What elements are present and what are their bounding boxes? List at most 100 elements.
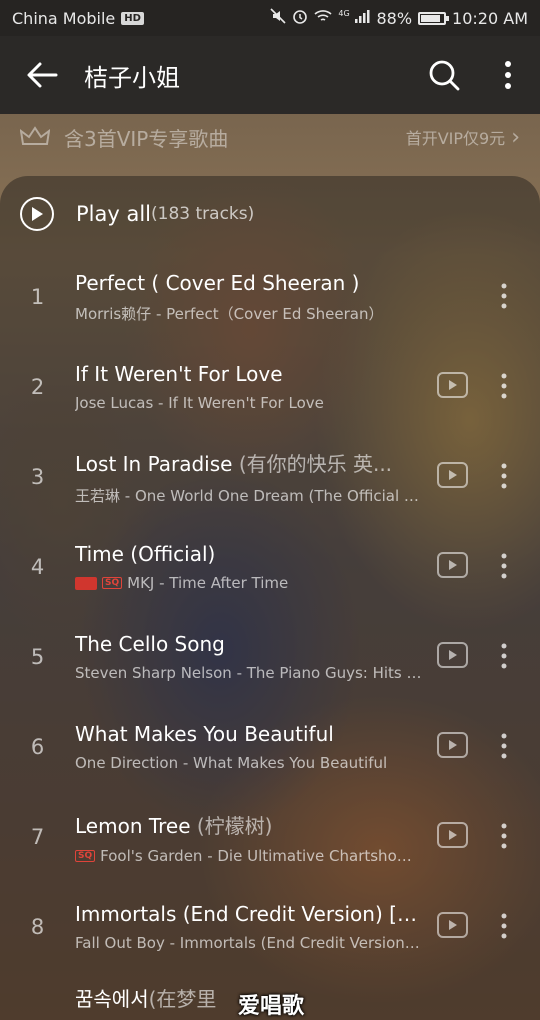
track-row[interactable]: 3 Lost In Paradise (有你的快乐 英... 王若琳 - One… bbox=[0, 432, 540, 522]
track-row[interactable]: 1 Perfect ( Cover Ed Sheeran ) Morris赖仔 … bbox=[0, 252, 540, 342]
mv-play-button[interactable] bbox=[437, 732, 468, 758]
more-vert-icon bbox=[501, 283, 507, 309]
track-subtitle-line: SQ MKJ - Time After Time bbox=[75, 574, 423, 592]
track-count: (183 tracks) bbox=[151, 204, 255, 224]
search-icon bbox=[429, 60, 460, 91]
track-number: 5 bbox=[30, 645, 45, 669]
video-play-icon bbox=[448, 380, 457, 390]
video-play-icon bbox=[448, 650, 457, 660]
track-more-button[interactable] bbox=[492, 276, 516, 316]
video-play-icon bbox=[448, 740, 457, 750]
chevron-right-icon: › bbox=[511, 124, 520, 150]
track-number: 7 bbox=[30, 825, 45, 849]
mv-play-button[interactable] bbox=[437, 462, 468, 488]
more-vert-icon bbox=[501, 913, 507, 939]
track-more-button[interactable] bbox=[492, 456, 516, 496]
track-title-line: Lost In Paradise (有你的快乐 英... bbox=[75, 448, 423, 477]
track-row[interactable]: 4 Time (Official) SQ MKJ - Time After Tim… bbox=[0, 522, 540, 612]
track-row[interactable]: 2 If It Weren't For Love Jose Lucas - If… bbox=[0, 342, 540, 432]
track-title-alt: (在梦里 bbox=[148, 987, 217, 1011]
mv-play-button[interactable] bbox=[437, 552, 468, 578]
track-more-button[interactable] bbox=[492, 906, 516, 946]
vip-offer-link[interactable]: 首开VIP仅9元 bbox=[406, 125, 506, 149]
track-title-alt: (柠檬树) bbox=[196, 813, 273, 838]
watermark: 爱唱歌 bbox=[238, 994, 305, 1019]
track-title-alt: (有你的快乐 英... bbox=[238, 452, 393, 476]
track-title-line: Immortals (End Credit Version) ["... bbox=[75, 902, 423, 926]
battery-icon bbox=[418, 11, 450, 25]
clock: 10:20 AM bbox=[452, 8, 528, 28]
track-title: Perfect ( Cover Ed Sheeran ) bbox=[75, 270, 360, 295]
sq-badge-icon: SQ bbox=[75, 849, 96, 862]
track-subtitle: Fool's Garden - Die Ultimative Chartshow… bbox=[100, 846, 423, 865]
vip-badge-icon bbox=[75, 576, 97, 590]
track-subtitle-line: One Direction - What Makes You Beautiful bbox=[75, 754, 423, 772]
track-subtitle-line: Steven Sharp Nelson - The Piano Guys: Hi… bbox=[75, 664, 423, 682]
video-play-icon bbox=[448, 470, 457, 480]
video-play-icon bbox=[448, 920, 457, 930]
track-row[interactable]: 8 Immortals (End Credit Version) ["... F… bbox=[0, 882, 540, 972]
track-number: 8 bbox=[30, 915, 45, 939]
play-all-button[interactable]: Play all (183 tracks) bbox=[0, 176, 540, 252]
track-title: Time (Official) bbox=[75, 542, 216, 566]
track-subtitle: Jose Lucas - If It Weren't For Love bbox=[75, 394, 324, 412]
play-circle-icon bbox=[20, 197, 54, 231]
track-title: Immortals (End Credit Version) ["... bbox=[75, 902, 423, 926]
track-subtitle-line: 王若琳 - One World One Dream (The Official … bbox=[75, 485, 423, 506]
mv-play-button[interactable] bbox=[437, 372, 468, 398]
track-subtitle: MKJ - Time After Time bbox=[127, 574, 289, 592]
more-vert-icon bbox=[501, 733, 507, 759]
sq-badge-icon: SQ bbox=[102, 577, 123, 589]
track-number: 1 bbox=[30, 285, 45, 309]
more-vert-icon bbox=[501, 463, 507, 489]
mv-play-button[interactable] bbox=[437, 912, 468, 938]
track-list: 1 Perfect ( Cover Ed Sheeran ) Morris赖仔 … bbox=[0, 252, 540, 972]
status-bar: China Mobile HD 4G 88% 10:20 AM bbox=[0, 0, 540, 36]
track-subtitle: Morris赖仔 - Perfect（Cover Ed Sheeran） bbox=[75, 304, 384, 323]
track-title-line: If It Weren't For Love bbox=[75, 362, 423, 386]
page-title: 桔子小姐 bbox=[84, 63, 180, 92]
track-more-button[interactable] bbox=[492, 636, 516, 676]
track-row[interactable]: 6 What Makes You Beautiful One Direction… bbox=[0, 702, 540, 792]
network-type: 4G bbox=[338, 9, 350, 18]
track-subtitle-line: Fall Out Boy - Immortals (End Credit Ver… bbox=[75, 934, 423, 952]
more-options-button[interactable] bbox=[476, 36, 540, 114]
more-vert-icon bbox=[505, 61, 511, 89]
track-subtitle: One Direction - What Makes You Beautiful bbox=[75, 754, 388, 772]
track-row[interactable]: 5 The Cello Song Steven Sharp Nelson - T… bbox=[0, 612, 540, 702]
track-title-line: Lemon Tree (柠檬树) bbox=[75, 810, 423, 839]
mv-play-button[interactable] bbox=[437, 642, 468, 668]
track-title: Lemon Tree bbox=[75, 813, 197, 838]
app-bar: 桔子小姐 bbox=[0, 36, 540, 114]
track-title: If It Weren't For Love bbox=[75, 362, 283, 386]
video-play-icon bbox=[448, 560, 457, 570]
track-more-button[interactable] bbox=[492, 726, 516, 766]
track-number: 6 bbox=[30, 735, 45, 759]
more-vert-icon bbox=[501, 823, 507, 849]
mv-play-button[interactable] bbox=[437, 822, 468, 848]
track-more-button[interactable] bbox=[492, 366, 516, 406]
wifi-icon bbox=[314, 9, 332, 27]
signal-icon: 4G bbox=[338, 9, 370, 27]
back-button[interactable] bbox=[0, 36, 84, 114]
track-title-line: Time (Official) bbox=[75, 542, 423, 566]
track-title: What Makes You Beautiful bbox=[75, 722, 334, 746]
alarm-icon bbox=[292, 8, 308, 28]
track-more-button[interactable] bbox=[492, 546, 516, 586]
track-title: The Cello Song bbox=[75, 632, 225, 656]
search-button[interactable] bbox=[412, 36, 476, 114]
more-vert-icon bbox=[501, 643, 507, 669]
track-row[interactable]: 7 Lemon Tree (柠檬树) SQ Fool's Garden - Die… bbox=[0, 792, 540, 882]
track-subtitle-line: SQ Fool's Garden - Die Ultimative Chartsh… bbox=[75, 847, 423, 865]
more-vert-icon bbox=[501, 373, 507, 399]
vip-banner-text: 含3首VIP专享歌曲 bbox=[64, 126, 229, 151]
track-title: 꿈속에서 bbox=[75, 987, 149, 1011]
track-more-button[interactable] bbox=[492, 816, 516, 856]
play-all-label: Play all bbox=[76, 202, 152, 226]
track-number: 3 bbox=[30, 465, 45, 489]
track-subtitle: Steven Sharp Nelson - The Piano Guys: Hi… bbox=[75, 664, 423, 682]
track-title: Lost In Paradise bbox=[75, 452, 239, 476]
track-subtitle-line: Morris赖仔 - Perfect（Cover Ed Sheeran） bbox=[75, 303, 423, 324]
vip-banner[interactable]: 含3首VIP专享歌曲 首开VIP仅9元 › bbox=[0, 114, 540, 160]
track-number: 4 bbox=[30, 555, 45, 579]
